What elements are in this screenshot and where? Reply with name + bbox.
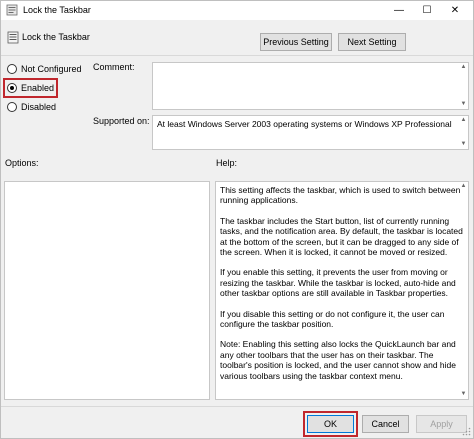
apply-button[interactable]: Apply: [416, 415, 467, 433]
previous-setting-button[interactable]: Previous Setting: [260, 33, 332, 51]
maximize-icon: ☐: [422, 5, 432, 16]
help-paragraph: If you enable this setting, it prevents …: [220, 267, 456, 299]
radio-not-configured[interactable]: Not Configured: [7, 64, 82, 74]
supported-on-box: At least Windows Server 2003 operating s…: [152, 115, 469, 150]
comment-textarea[interactable]: ▲ ▼: [152, 62, 469, 110]
scroll-up-icon[interactable]: ▲: [460, 64, 467, 71]
help-paragraph: The taskbar includes the Start button, l…: [220, 215, 463, 258]
supported-scrollbar[interactable]: ▲ ▼: [460, 116, 468, 149]
options-label: Options:: [5, 158, 39, 168]
window-title: Lock the Taskbar: [23, 5, 91, 15]
radio-button[interactable]: [7, 102, 17, 112]
help-label: Help:: [216, 158, 238, 168]
radio-button[interactable]: [7, 64, 17, 74]
header-divider: [1, 55, 473, 56]
radio-disabled[interactable]: Disabled: [7, 102, 56, 112]
resize-grip-icon[interactable]: [462, 427, 471, 436]
scroll-up-icon[interactable]: ▲: [460, 117, 467, 124]
policy-setting-dialog: Lock the Taskbar — ☐ ✕ Lock the Taskbar …: [0, 0, 474, 439]
next-setting-button[interactable]: Next Setting: [338, 33, 406, 51]
maximize-button[interactable]: ☐: [413, 1, 441, 20]
scroll-down-icon[interactable]: ▼: [460, 141, 467, 148]
radio-label: Disabled: [21, 102, 57, 112]
enabled-highlight-box: [3, 78, 58, 98]
minimize-icon: —: [394, 5, 404, 16]
cancel-button[interactable]: Cancel: [362, 415, 409, 433]
comment-label: Comment:: [93, 62, 135, 72]
scroll-down-icon[interactable]: ▼: [460, 101, 467, 108]
help-paragraph: Note: Enabling this setting also locks t…: [220, 339, 456, 381]
minimize-button[interactable]: —: [385, 1, 413, 20]
policy-setting-icon: [7, 31, 19, 44]
footer-divider: [1, 406, 473, 407]
ok-button[interactable]: OK: [307, 415, 354, 433]
scroll-up-icon[interactable]: ▲: [460, 183, 467, 190]
help-paragraph: This setting affects the taskbar, which …: [220, 185, 461, 206]
radio-label: Not Configured: [21, 64, 82, 74]
help-scrollbar[interactable]: ▲ ▼: [460, 182, 468, 399]
supported-on-label: Supported on:: [93, 116, 150, 126]
help-paragraph: If you disable this setting or do not co…: [220, 308, 445, 330]
comment-scrollbar[interactable]: ▲ ▼: [460, 63, 468, 109]
policy-document-icon: [6, 4, 18, 16]
close-icon: ✕: [450, 5, 460, 16]
supported-on-value: At least Windows Server 2003 operating s…: [157, 119, 452, 129]
options-panel: [4, 181, 210, 400]
help-panel: This setting affects the taskbar, which …: [215, 181, 469, 400]
setting-title: Lock the Taskbar: [22, 32, 90, 42]
close-button[interactable]: ✕: [441, 1, 469, 20]
title-bar[interactable]: Lock the Taskbar — ☐ ✕: [1, 1, 473, 20]
scroll-down-icon[interactable]: ▼: [460, 391, 467, 398]
